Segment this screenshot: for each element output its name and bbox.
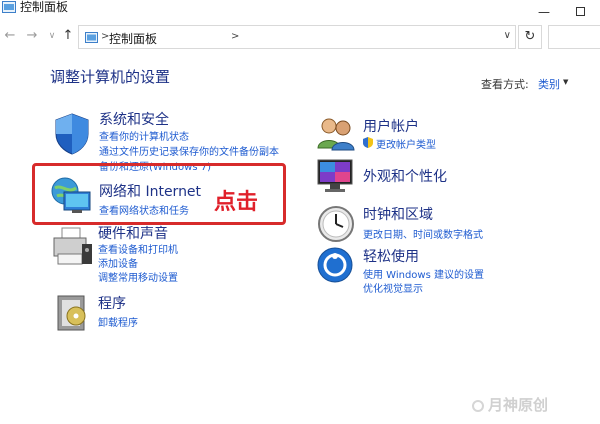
maximize-icon [575, 7, 585, 16]
link-view-computer-status[interactable]: 查看你的计算机状态 [99, 128, 189, 143]
link-file-history-backup[interactable]: 通过文件历史记录保存你的文件备份副本 [99, 143, 279, 158]
uac-shield-icon [363, 137, 373, 148]
page-title: 调整计算机的设置 [50, 68, 171, 86]
category-title-appearance[interactable]: 外观和个性化 [363, 166, 447, 186]
back-button[interactable]: ← [2, 28, 18, 44]
control-panel-icon [85, 32, 98, 43]
category-clock-region: 时钟和区域 更改日期、时间或数字格式 [316, 204, 516, 244]
category-appearance: 外观和个性化 [316, 158, 516, 198]
category-title-ease-of-access[interactable]: 轻松使用 [363, 246, 419, 266]
up-button[interactable]: ↑ [60, 28, 76, 44]
category-title-system-security[interactable]: 系统和安全 [99, 109, 169, 129]
link-change-account-type[interactable]: 更改帐户类型 [376, 136, 436, 151]
recent-locations-button[interactable]: ∨ [44, 28, 60, 44]
users-icon[interactable] [316, 116, 356, 152]
navigation-bar: ← → ∨ ↑ > 控制面板 > ∨ ↻ [0, 24, 600, 50]
view-by-dropdown[interactable]: 类别 [538, 76, 560, 92]
link-mobility-settings[interactable]: 调整常用移动设置 [98, 269, 178, 284]
breadcrumb-control-panel[interactable]: 控制面板 [109, 30, 157, 47]
category-hardware-sound: 硬件和声音 查看设备和打印机 添加设备 调整常用移动设置 [50, 222, 250, 284]
chevron-down-icon[interactable]: ∨ [504, 30, 511, 41]
programs-icon[interactable] [54, 294, 94, 334]
search-input[interactable] [548, 25, 600, 49]
refresh-button[interactable]: ↻ [518, 25, 542, 49]
breadcrumb-separator[interactable]: > [231, 31, 239, 42]
address-bar[interactable]: > 控制面板 > ∨ [78, 25, 516, 49]
forward-button[interactable]: → [24, 28, 40, 44]
ease-of-access-icon[interactable] [316, 246, 354, 284]
link-uninstall-program[interactable]: 卸载程序 [98, 314, 138, 329]
view-by-label: 查看方式: [481, 78, 529, 91]
caret-down-icon[interactable]: ▼ [563, 78, 568, 86]
shield-icon[interactable] [52, 112, 92, 156]
link-optimize-visual-display[interactable]: 优化视觉显示 [363, 280, 423, 295]
control-panel-icon [2, 1, 16, 13]
link-add-device[interactable]: 添加设备 [98, 255, 138, 270]
printer-icon[interactable] [52, 226, 94, 270]
watermark-icon [472, 400, 484, 412]
category-ease-of-access: 轻松使用 使用 Windows 建议的设置 优化视觉显示 [316, 246, 516, 295]
maximize-button[interactable] [572, 4, 588, 20]
category-user-accounts: 用户帐户 更改帐户类型 [316, 116, 516, 156]
category-title-programs[interactable]: 程序 [98, 293, 126, 313]
title-bar: 控制面板 — [0, 0, 600, 24]
link-recommended-settings[interactable]: 使用 Windows 建议的设置 [363, 266, 484, 281]
callout-label: 点击 [214, 190, 259, 215]
watermark: 月神原创 [488, 396, 549, 414]
category-system-security: 系统和安全 查看你的计算机状态 通过文件历史记录保存你的文件备份副本 备份和还原… [50, 108, 290, 173]
category-title-hardware-sound[interactable]: 硬件和声音 [98, 223, 168, 243]
window-title: 控制面板 [20, 0, 69, 14]
category-title-clock-region[interactable]: 时钟和区域 [363, 204, 433, 224]
link-change-date-time-format[interactable]: 更改日期、时间或数字格式 [363, 226, 483, 241]
minimize-button[interactable]: — [536, 4, 552, 20]
appearance-monitor-icon[interactable] [316, 158, 358, 196]
link-devices-printers[interactable]: 查看设备和打印机 [98, 241, 178, 256]
category-programs: 程序 卸载程序 [50, 292, 200, 334]
category-title-user-accounts[interactable]: 用户帐户 [363, 116, 419, 136]
clock-icon[interactable] [316, 204, 356, 244]
